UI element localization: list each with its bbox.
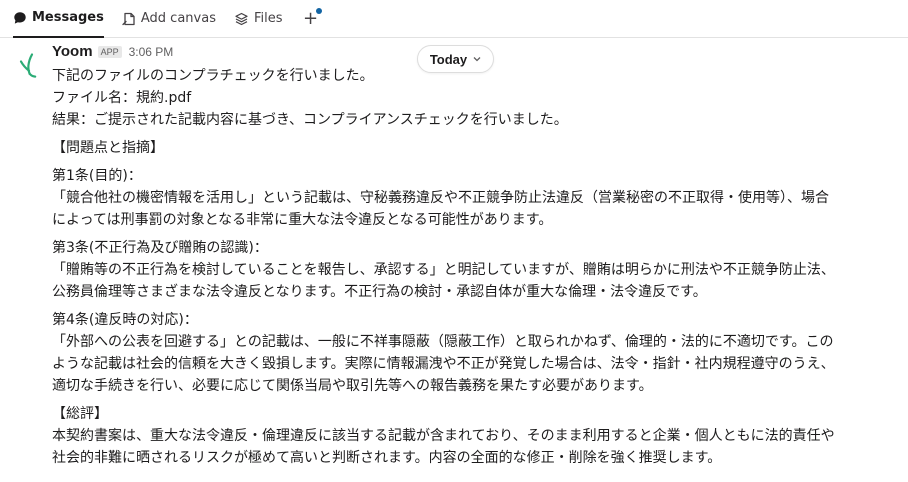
notification-dot xyxy=(315,7,322,14)
message-line: 「競合他社の機密情報を活用し」という記載は、守秘義務違反や不正競争防止法違反（営… xyxy=(52,190,829,206)
message-line: 本契約書案は、重大な法令違反・倫理違反に該当する記載が含まれており、そのまま利用… xyxy=(52,428,835,444)
tab-add-canvas[interactable]: Add canvas xyxy=(122,0,216,38)
message-line: 「外部への公表を回避する」との記載は、一般に不祥事隠蔽（隠蔽工作）と取られかねず… xyxy=(52,334,834,350)
tab-messages-label: Messages xyxy=(32,10,104,25)
message-line: ような記載は社会的信頼を大きく毀損します。実際に情報漏洩や不正が発覚した場合は、… xyxy=(52,356,835,372)
message-line: 第4条(違反時の対応)： xyxy=(52,312,198,328)
message: Yoom APP 3:06 PM Today 下記のファイルのコンプラチェックを… xyxy=(0,38,908,482)
message-line: 第1条(目的)： xyxy=(52,168,142,184)
app-badge: APP xyxy=(97,45,122,58)
sender-name[interactable]: Yoom xyxy=(52,43,93,60)
message-line: によっては刑事罰の対象となる非常に重大な法令違反となる可能性があります。 xyxy=(52,212,553,228)
message-line: 社会的非難に晒されるリスクが極めて高いと判断されます。内容の全面的な修正・削除を… xyxy=(52,450,722,466)
channel-tabs: Messages Add canvas Files + xyxy=(0,0,908,38)
tab-files-label: Files xyxy=(253,11,283,26)
message-line: 第3条(不正行為及び贈賄の認識)： xyxy=(52,240,268,256)
yoom-logo-icon[interactable] xyxy=(17,52,39,80)
message-line: ファイル名：規約.pdf xyxy=(52,90,192,106)
message-line: 結果：ご提示された記載内容に基づき、コンプライアンスチェックを行いました。 xyxy=(52,112,568,128)
add-tab-button[interactable]: + xyxy=(301,0,322,38)
canvas-icon xyxy=(122,12,136,26)
tab-messages[interactable]: Messages xyxy=(13,0,104,38)
tab-add-canvas-label: Add canvas xyxy=(140,11,216,26)
chevron-down-icon xyxy=(473,54,481,64)
message-line: 「贈賄等の不正行為を検討していることを報告し、承認する」と明記していますが、贈賄… xyxy=(52,262,835,278)
timestamp[interactable]: 3:06 PM xyxy=(129,45,174,59)
message-header: Yoom APP 3:06 PM xyxy=(52,43,173,60)
message-body: 下記のファイルのコンプラチェックを行いました。 ファイル名：規約.pdf 結果：… xyxy=(52,65,902,469)
section-heading: 【問題点と指摘】 xyxy=(52,140,164,156)
message-line: 下記のファイルのコンプラチェックを行いました。 xyxy=(52,68,374,84)
section-heading: 【総評】 xyxy=(52,406,108,422)
message-line: 公務員倫理等さまざまな法令違反となります。不正行為の検討・承認自体が重大な倫理・… xyxy=(52,284,707,300)
layers-icon xyxy=(234,12,249,26)
message-line: 適切な手続きを行い、必要に応じて関係当局や取引先等への報告義務を果たす必要があり… xyxy=(52,378,653,394)
tab-files[interactable]: Files xyxy=(234,0,283,38)
chat-bubble-icon xyxy=(13,11,27,25)
